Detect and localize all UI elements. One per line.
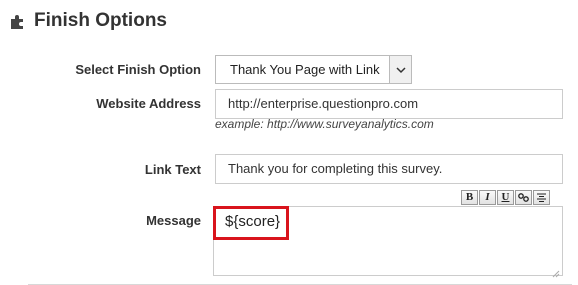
message-editor-toolbar: B I U <box>461 190 550 205</box>
message-value-highlight: ${score} <box>213 206 289 240</box>
underline-button[interactable]: U <box>497 190 514 205</box>
link-text-label: Link Text <box>144 162 201 177</box>
puzzle-piece-icon <box>10 13 26 29</box>
align-center-icon[interactable] <box>533 190 550 205</box>
section-title: Finish Options <box>34 10 167 31</box>
link-icon[interactable] <box>515 190 532 205</box>
finish-option-select[interactable]: Thank You Page with Link <box>215 55 412 84</box>
resize-handle-icon[interactable] <box>552 265 560 278</box>
bold-button[interactable]: B <box>461 190 478 205</box>
message-label: Message <box>146 213 201 228</box>
website-address-label: Website Address <box>96 96 201 111</box>
chevron-down-icon[interactable] <box>389 56 411 83</box>
website-address-input[interactable]: http://enterprise.questionpro.com <box>215 89 563 119</box>
finish-option-selected-value: Thank You Page with Link <box>230 62 380 77</box>
section-header: Finish Options <box>10 10 167 32</box>
finish-option-label: Select Finish Option <box>75 62 201 77</box>
website-address-hint: example: http://www.surveyanalytics.com <box>215 117 434 131</box>
italic-button[interactable]: I <box>479 190 496 205</box>
link-text-input[interactable]: Thank you for completing this survey. <box>215 154 563 184</box>
